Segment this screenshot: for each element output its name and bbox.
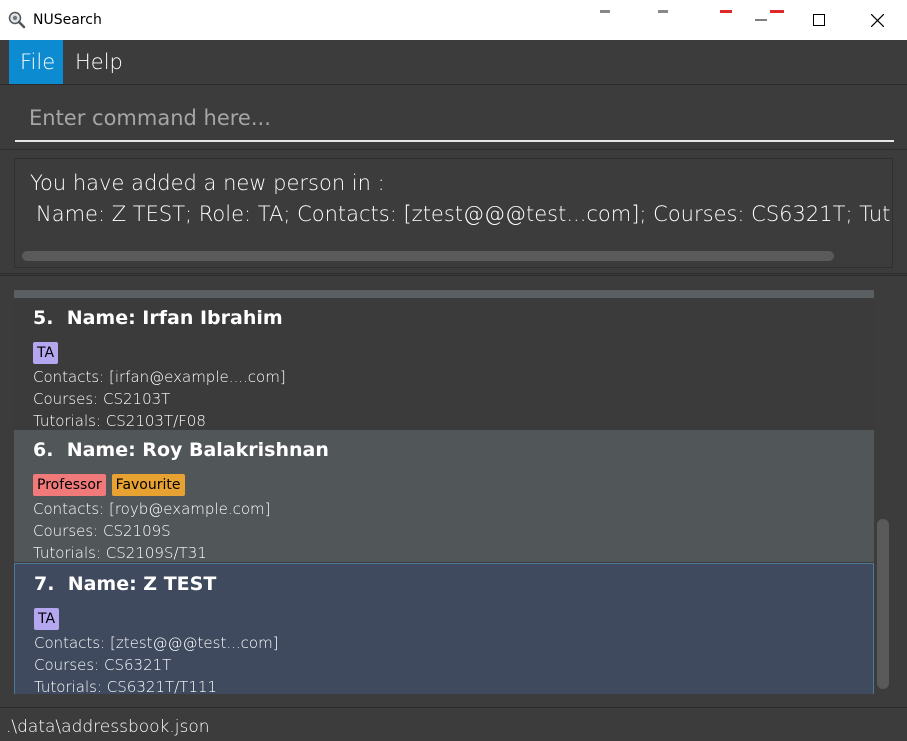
save-file-path: .\data\addressbook.json [6, 717, 210, 737]
minimize-button[interactable] [733, 0, 791, 40]
vertical-scrollbar[interactable] [877, 519, 889, 689]
menu-bar: File Help [0, 40, 907, 85]
command-box-area [0, 86, 907, 150]
command-input-wrapper [15, 96, 894, 142]
person-courses: Courses: CS6321T [34, 656, 172, 674]
result-display-area: You have added a new person in : Name: Z… [0, 150, 907, 274]
person-courses: Courses: CS2103T [33, 390, 171, 408]
menu-help[interactable]: Help [64, 40, 134, 84]
person-card[interactable]: 6. Name: Roy Balakrishnan Professor Favo… [14, 430, 874, 562]
person-tags: Professor Favourite [33, 474, 185, 496]
window-titlebar: NUSearch [0, 0, 907, 40]
result-detail-line: Name: Z TEST; Role: TA; Contacts: [ztest… [36, 202, 892, 226]
command-input[interactable] [15, 96, 894, 140]
person-courses: Courses: CS2109S [33, 522, 171, 540]
result-message-line: You have added a new person in : [30, 171, 385, 195]
person-tutorials: Tutorials: CS2103T/F08 [33, 412, 206, 430]
person-list[interactable]: 5. Name: Irfan Ibrahim TA Contacts: [irf… [14, 290, 874, 694]
person-tags: TA [34, 608, 60, 630]
result-display[interactable]: You have added a new person in : Name: Z… [14, 158, 893, 268]
person-card[interactable]: 5. Name: Irfan Ibrahim TA Contacts: [irf… [14, 298, 874, 430]
person-contacts: Contacts: [irfan@example....com] [33, 368, 286, 386]
close-icon [871, 14, 884, 27]
person-name: 6. Name: Roy Balakrishnan [33, 439, 329, 461]
person-card-selected[interactable]: 7. Name: Z TEST TA Contacts: [ztest@@@te… [14, 563, 874, 694]
maximize-button[interactable] [791, 0, 849, 40]
status-bar: .\data\addressbook.json [0, 707, 907, 741]
role-tag: TA [33, 342, 59, 364]
person-tags: TA [33, 342, 59, 364]
window-title: NUSearch [33, 12, 102, 28]
person-contacts: Contacts: [royb@example.com] [33, 500, 271, 518]
role-tag: TA [34, 608, 60, 630]
person-list-panel: 5. Name: Irfan Ibrahim TA Contacts: [irf… [0, 275, 907, 707]
favourite-tag: Favourite [111, 474, 185, 496]
magnifier-app-icon [8, 11, 26, 29]
horizontal-scrollbar[interactable] [22, 251, 834, 261]
person-name: 7. Name: Z TEST [34, 573, 217, 595]
previous-card-edge [14, 290, 874, 298]
person-name: 5. Name: Irfan Ibrahim [33, 307, 283, 329]
menu-file[interactable]: File [9, 40, 63, 84]
person-tutorials: Tutorials: CS6321T/T111 [34, 678, 217, 694]
close-button[interactable] [849, 0, 907, 40]
person-contacts: Contacts: [ztest@@@test...com] [34, 634, 279, 652]
role-tag: Professor [33, 474, 106, 496]
minimize-icon [755, 19, 767, 21]
maximize-icon [813, 14, 825, 26]
person-tutorials: Tutorials: CS2109S/T31 [33, 544, 207, 562]
